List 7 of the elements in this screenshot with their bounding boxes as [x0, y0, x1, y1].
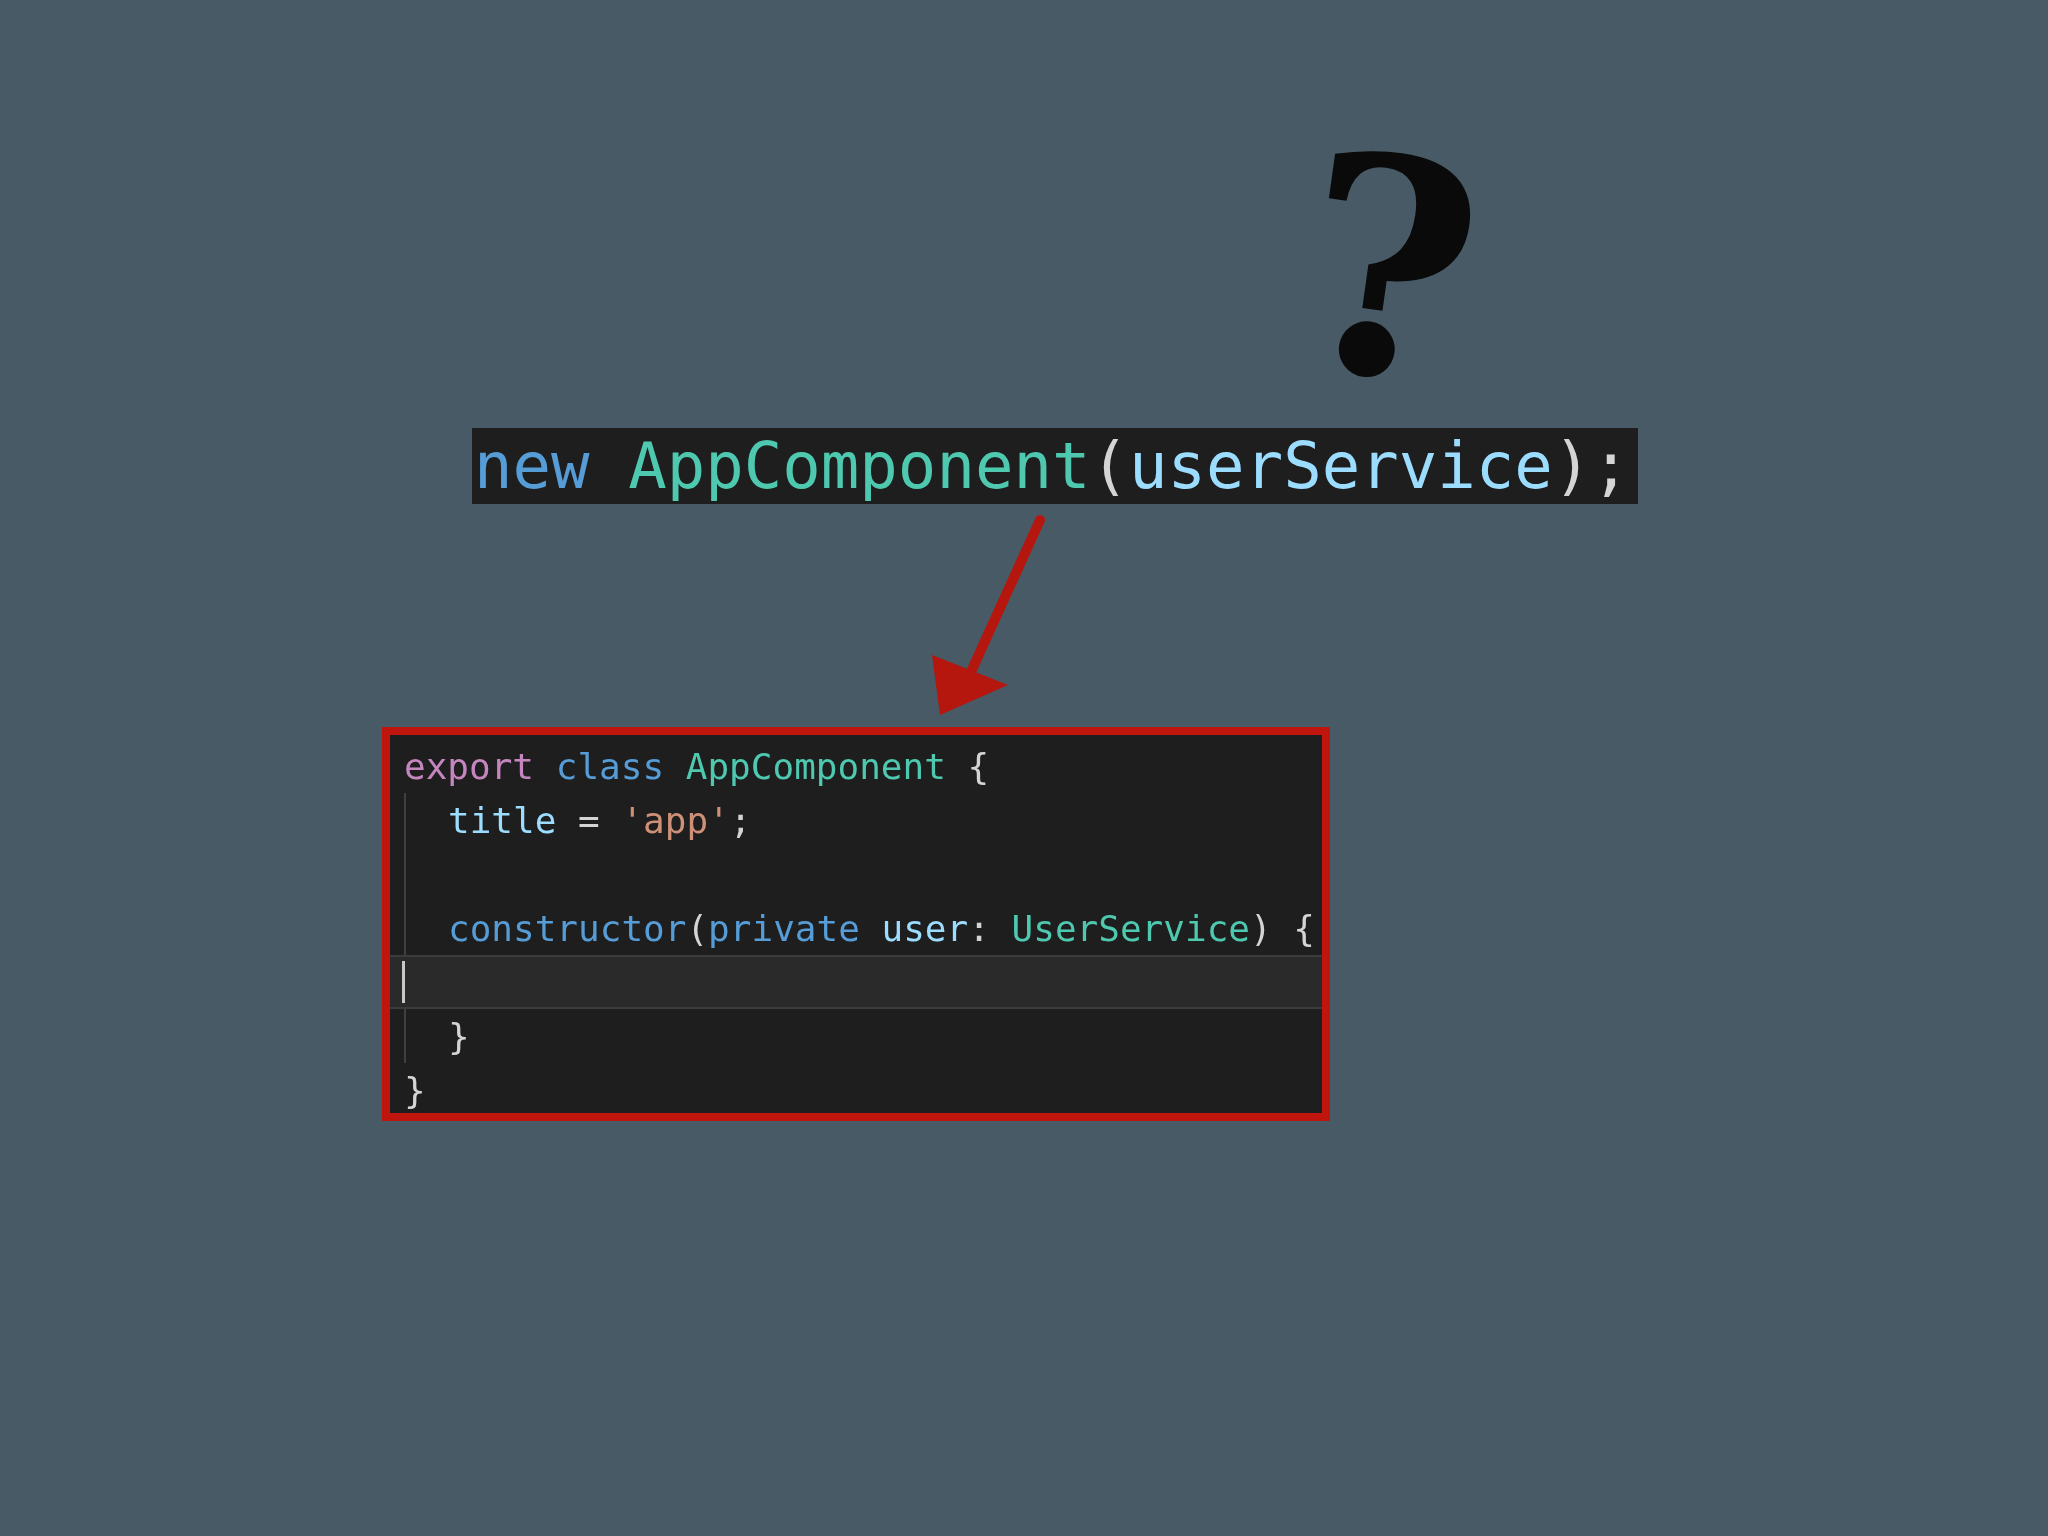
code-line: title = 'app'; — [448, 799, 752, 841]
code-line: } — [448, 1015, 470, 1057]
code-snippet: new AppComponent(userService); — [472, 428, 1638, 504]
code-line: } — [404, 1069, 426, 1111]
code-line: export class AppComponent { — [404, 745, 990, 787]
text-cursor — [402, 961, 405, 1003]
code-line: constructor(private user: UserService) { — [448, 907, 1315, 949]
